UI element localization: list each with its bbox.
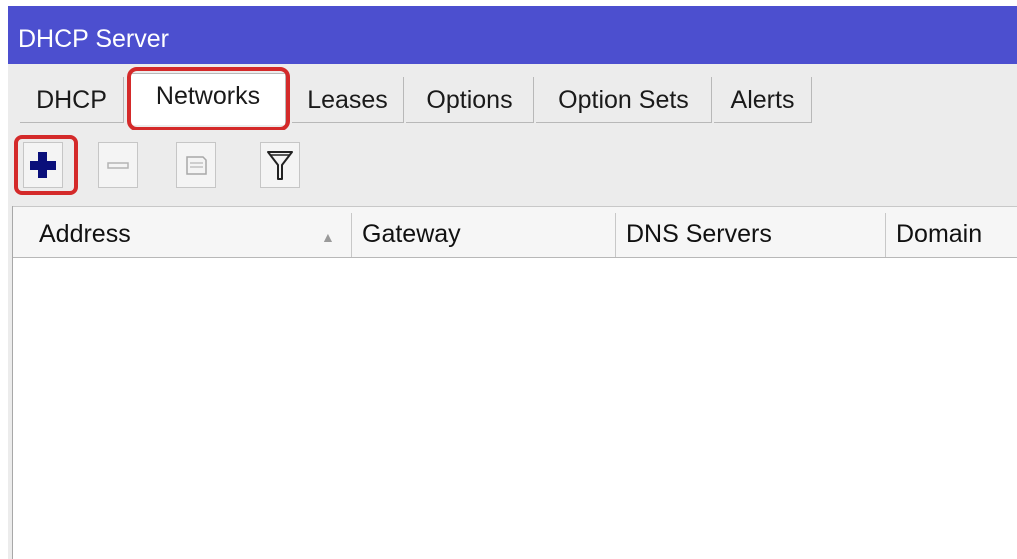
filter-button[interactable] <box>260 142 300 188</box>
tab-leases[interactable]: Leases <box>292 77 404 123</box>
minus-icon <box>107 162 129 169</box>
dhcp-server-window: DHCP Server DHCP Networks Leases Options… <box>8 6 1017 559</box>
window-title: DHCP Server <box>8 6 1017 64</box>
comment-icon <box>186 156 207 175</box>
tab-dhcp[interactable]: DHCP <box>20 77 124 123</box>
column-label-address: Address <box>39 220 131 248</box>
plus-icon <box>30 152 56 178</box>
table-body <box>13 258 1017 559</box>
remove-button[interactable] <box>98 142 138 188</box>
tab-option-sets[interactable]: Option Sets <box>536 77 712 123</box>
column-header-address[interactable]: Address ▲ <box>29 207 349 257</box>
networks-table[interactable]: Address ▲ Gateway DNS Servers Domain <box>12 206 1017 559</box>
tab-alerts[interactable]: Alerts <box>714 77 812 123</box>
column-header-domain[interactable]: Domain <box>886 207 1017 257</box>
tab-networks[interactable]: Networks <box>130 73 286 125</box>
add-button[interactable] <box>23 142 63 188</box>
toolbar <box>8 130 1017 206</box>
column-header-gateway[interactable]: Gateway <box>352 207 614 257</box>
column-header-dns-servers[interactable]: DNS Servers <box>616 207 884 257</box>
comment-button[interactable] <box>176 142 216 188</box>
table-header: Address ▲ Gateway DNS Servers Domain <box>13 206 1017 258</box>
sort-ascending-icon: ▲ <box>321 229 335 245</box>
tab-options[interactable]: Options <box>406 77 534 123</box>
tab-strip: DHCP Networks Leases Options Option Sets… <box>8 64 1017 131</box>
filter-icon <box>267 151 293 180</box>
